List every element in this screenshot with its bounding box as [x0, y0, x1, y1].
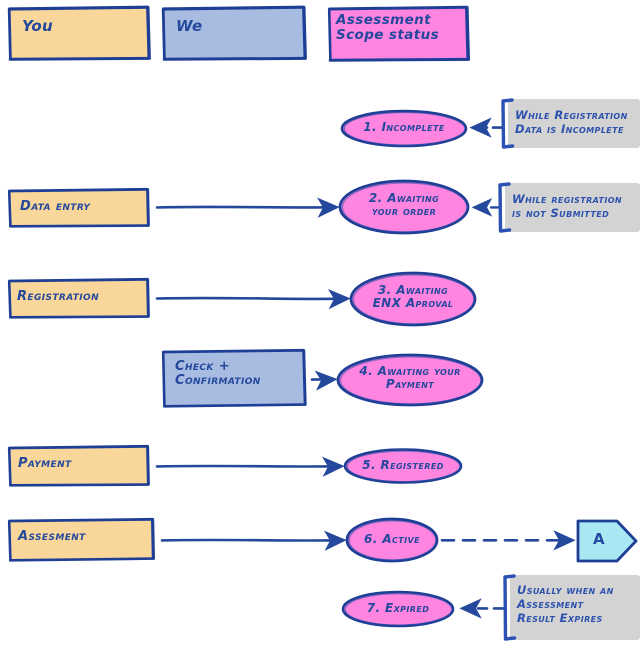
- status-bubble-7-label: 7. Expired: [366, 601, 430, 615]
- status-bubble-4-label: 4. Awaiting your Payment: [359, 364, 461, 391]
- actor-box-payment-label: Payment: [18, 456, 72, 471]
- status-bubble-6-label: 6. Active: [364, 532, 420, 546]
- actor-box-check-confirmation-label: Check + Confirmation: [175, 359, 261, 389]
- diagram-canvas: You We Assessment Scope status Data entr…: [0, 0, 640, 646]
- status-bubble-5-label: 5. Registered: [362, 458, 444, 472]
- edge-assessment-to-status-6: [160, 530, 347, 551]
- lane-header-you-label: You: [22, 17, 54, 35]
- note-1-text: While Registration Data is Incomplete: [515, 108, 628, 137]
- status-bubble-2-label: 2. Awaiting your order: [368, 191, 440, 218]
- actor-box-registration-label: Registration: [17, 289, 100, 304]
- actor-box-data-entry-label: Data entry: [20, 199, 91, 214]
- status-bubble-3-label: 3. Awaiting ENX Aproval: [372, 283, 454, 310]
- note-2-text: While registration is not Submitted: [512, 192, 623, 221]
- edge-registration-to-status-3: [155, 289, 351, 310]
- note-7-text: Usually when an Assessment Result Expire…: [517, 583, 614, 626]
- edge-payment-to-status-5: [155, 456, 345, 477]
- actor-box-assessment-label: Assesment: [18, 529, 86, 544]
- diagram-shapes-layer: [7, 5, 640, 641]
- offpage-connector-a-label: A: [592, 530, 605, 548]
- edge-data-entry-to-status-2: [155, 197, 340, 218]
- lane-header-status-label: Assessment Scope status: [336, 12, 440, 44]
- status-bubble-1-label: 1. Incomplete: [363, 120, 445, 134]
- lane-header-we-label: We: [176, 17, 203, 35]
